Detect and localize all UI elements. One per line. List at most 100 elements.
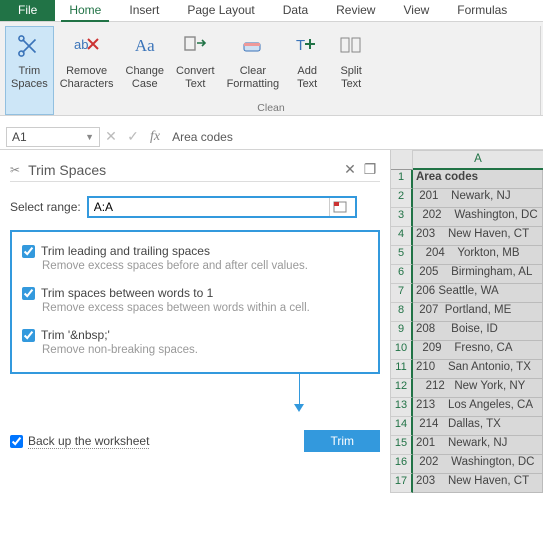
accept-fx-button[interactable]: ✓ (122, 128, 144, 145)
cell[interactable]: 207 Portland, ME (413, 303, 543, 322)
tab-page-layout[interactable]: Page Layout (173, 0, 268, 21)
cell[interactable]: 201 Newark, NJ (413, 436, 543, 455)
pane-title: Trim Spaces (24, 162, 340, 178)
trim-button[interactable]: Trim (304, 430, 380, 452)
range-input-wrap (87, 196, 357, 218)
cell[interactable]: 203 New Haven, CT (413, 227, 543, 246)
task-pane: ✂ Trim Spaces ✕ ❐ Select range: Trim lea… (0, 150, 390, 493)
cell[interactable]: Area codes (413, 170, 543, 189)
opt3-desc: Remove non-breaking spaces. (42, 344, 368, 356)
ribbon: Trim Spaces ab Remove Characters Aa Chan… (0, 22, 543, 116)
row-header[interactable]: 7 (391, 284, 413, 303)
table-row: 16 202 Washington, DC (391, 455, 543, 474)
range-picker-button[interactable] (329, 198, 351, 216)
cell[interactable]: 206 Seattle, WA (413, 284, 543, 303)
row-header[interactable]: 1 (391, 170, 413, 189)
restore-pane-button[interactable]: ❐ (360, 161, 380, 178)
row-header[interactable]: 9 (391, 322, 413, 341)
trim-leading-trailing-checkbox[interactable] (22, 245, 35, 258)
table-row: 15201 Newark, NJ (391, 436, 543, 455)
tab-data[interactable]: Data (269, 0, 322, 21)
eraser-icon (237, 30, 269, 62)
cell[interactable]: 210 San Antonio, TX (413, 360, 543, 379)
row-header[interactable]: 17 (391, 474, 413, 493)
options-box: Trim leading and trailing spaces Remove … (10, 230, 380, 374)
table-row: 11210 San Antonio, TX (391, 360, 543, 379)
cancel-fx-button[interactable]: ✕ (100, 128, 122, 145)
btn-label: Trim Spaces (11, 65, 48, 90)
table-row: 8 207 Portland, ME (391, 303, 543, 322)
ribbon-group-label: Clean (2, 102, 540, 114)
row-header[interactable]: 6 (391, 265, 413, 284)
row-header[interactable]: 12 (391, 379, 413, 398)
spreadsheet: A 1Area codes2 201 Newark, NJ3 202 Washi… (390, 150, 543, 493)
table-row: 6 205 Birmingham, AL (391, 265, 543, 284)
row-header[interactable]: 15 (391, 436, 413, 455)
row-header[interactable]: 10 (391, 341, 413, 360)
name-box[interactable]: A1▼ (6, 127, 100, 147)
formula-bar: A1▼ ✕ ✓ fx Area codes (0, 124, 543, 150)
table-row: 17203 New Haven, CT (391, 474, 543, 493)
row-header[interactable]: 3 (391, 208, 413, 227)
row-header[interactable]: 13 (391, 398, 413, 417)
row-header[interactable]: 14 (391, 417, 413, 436)
row-header[interactable]: 2 (391, 189, 413, 208)
ribbon-tabs: File Home Insert Page Layout Data Review… (0, 0, 543, 22)
convert-text-icon (179, 30, 211, 62)
backup-checkbox-wrap[interactable]: Back up the worksheet (10, 434, 149, 449)
select-all-cell[interactable] (391, 150, 413, 170)
tab-view[interactable]: View (389, 0, 443, 21)
row-header[interactable]: 5 (391, 246, 413, 265)
cell[interactable]: 201 Newark, NJ (413, 189, 543, 208)
change-case-icon: Aa (129, 30, 161, 62)
cell[interactable]: 205 Birmingham, AL (413, 265, 543, 284)
column-header-a[interactable]: A (413, 150, 543, 170)
cell[interactable]: 209 Fresno, CA (413, 341, 543, 360)
cell[interactable]: 213 Los Angeles, CA (413, 398, 543, 417)
cell[interactable]: 208 Boise, ID (413, 322, 543, 341)
opt2-desc: Remove excess spaces between words withi… (42, 302, 368, 314)
table-row: 2 201 Newark, NJ (391, 189, 543, 208)
table-row: 3 202 Washington, DC (391, 208, 543, 227)
row-header[interactable]: 11 (391, 360, 413, 379)
close-pane-button[interactable]: ✕ (340, 161, 360, 178)
trim-nbsp-checkbox[interactable] (22, 329, 35, 342)
range-input[interactable] (89, 198, 329, 216)
backup-label: Back up the worksheet (28, 434, 149, 449)
opt1-desc: Remove excess spaces before and after ce… (42, 260, 368, 272)
remove-chars-icon: ab (71, 30, 103, 62)
table-row: 13213 Los Angeles, CA (391, 398, 543, 417)
fx-icon[interactable]: fx (144, 129, 166, 145)
formula-input[interactable]: Area codes (166, 128, 543, 146)
svg-text:ab: ab (74, 37, 88, 52)
cell[interactable]: 203 New Haven, CT (413, 474, 543, 493)
tab-home[interactable]: Home (55, 0, 115, 21)
trim-between-words-checkbox[interactable] (22, 287, 35, 300)
table-row: 12 212 New York, NY (391, 379, 543, 398)
btn-label: Remove Characters (60, 65, 114, 90)
cell[interactable]: 214 Dallas, TX (413, 417, 543, 436)
btn-label: Change Case (126, 65, 165, 90)
row-header[interactable]: 8 (391, 303, 413, 322)
table-row: 1Area codes (391, 170, 543, 189)
btn-label: Split Text (340, 65, 361, 90)
tab-insert[interactable]: Insert (115, 0, 173, 21)
tab-formulas[interactable]: Formulas (443, 0, 521, 21)
chevron-down-icon: ▼ (85, 132, 94, 142)
svg-text:T: T (296, 37, 305, 54)
row-header[interactable]: 4 (391, 227, 413, 246)
cell[interactable]: 202 Washington, DC (413, 208, 543, 227)
table-row: 7206 Seattle, WA (391, 284, 543, 303)
opt1-title: Trim leading and trailing spaces (41, 244, 210, 258)
split-text-icon (335, 30, 367, 62)
table-row: 10 209 Fresno, CA (391, 341, 543, 360)
cell[interactable]: 212 New York, NY (413, 379, 543, 398)
btn-label: Clear Formatting (227, 65, 280, 90)
cell[interactable]: 202 Washington, DC (413, 455, 543, 474)
opt2-title: Trim spaces between words to 1 (41, 286, 213, 300)
tab-review[interactable]: Review (322, 0, 389, 21)
cell[interactable]: 204 Yorkton, MB (413, 246, 543, 265)
backup-checkbox[interactable] (10, 435, 23, 448)
row-header[interactable]: 16 (391, 455, 413, 474)
tab-file[interactable]: File (0, 0, 55, 21)
